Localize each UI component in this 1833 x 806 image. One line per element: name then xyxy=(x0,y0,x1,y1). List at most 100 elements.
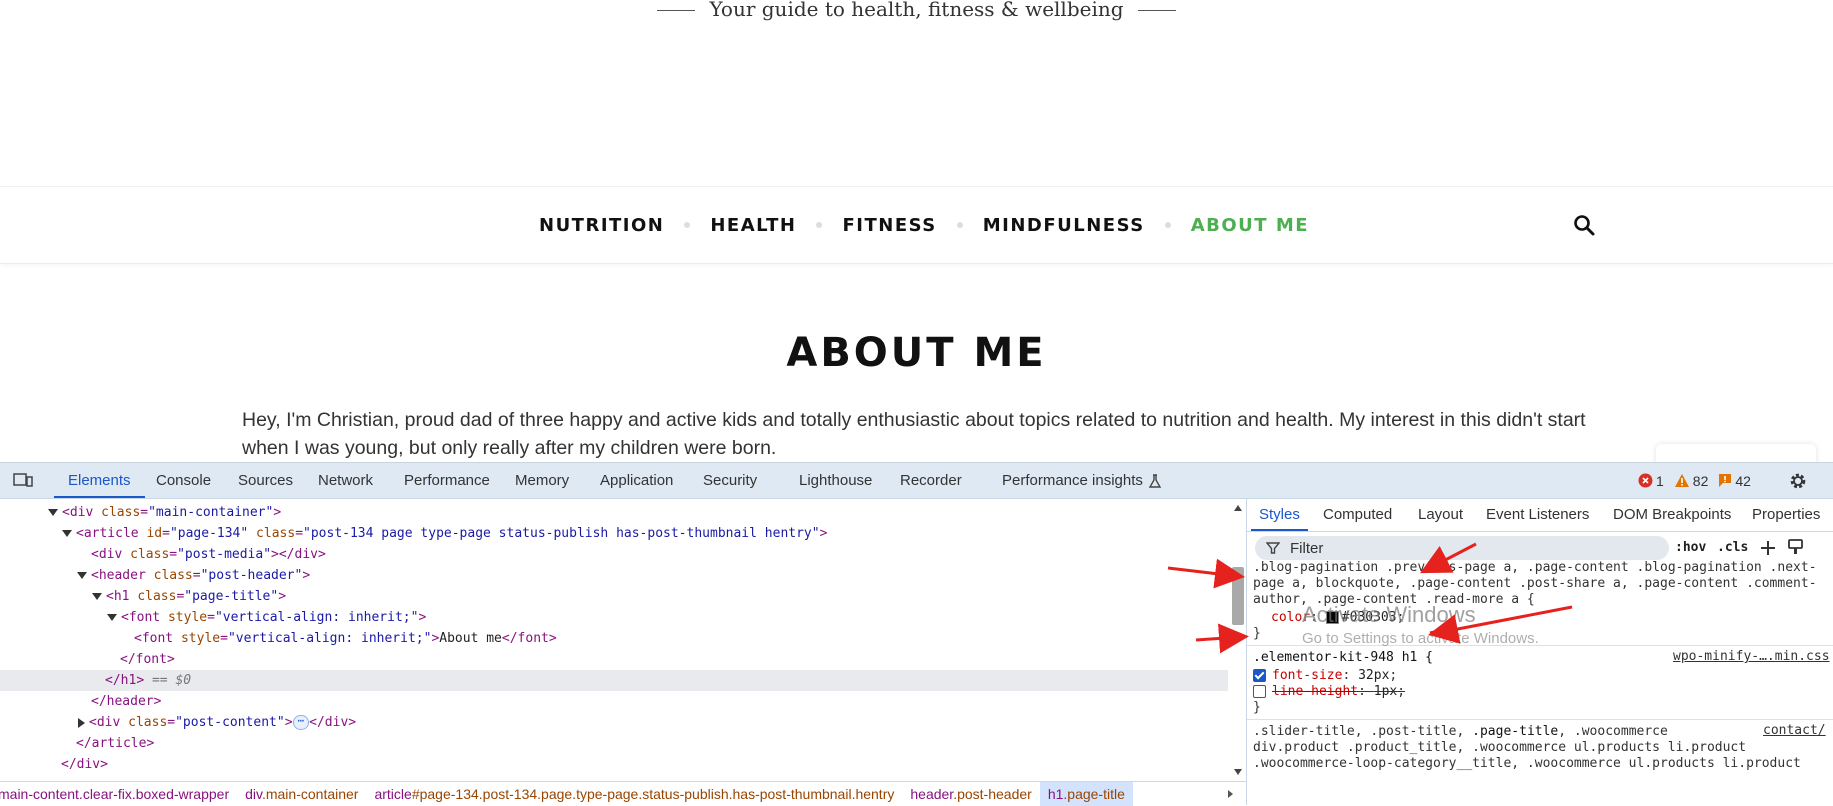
tagline-dash-left xyxy=(657,10,696,11)
search-icon[interactable] xyxy=(1572,213,1596,237)
issues-icon xyxy=(1719,474,1732,487)
dom-node-font-outer[interactable]: <font style="vertical-align: inherit;"> xyxy=(0,607,1228,628)
tab-lighthouse[interactable]: Lighthouse xyxy=(799,463,872,498)
nav-item-fitness[interactable]: FITNESS xyxy=(842,215,936,236)
rule-selector-line[interactable]: .woocommerce-loop-category__title, .wooc… xyxy=(1253,755,1801,773)
windows-activation-watermark: Activate Windows xyxy=(1302,602,1476,627)
nav-item-health[interactable]: HEALTH xyxy=(710,215,796,236)
nav-menu: NUTRITION HEALTH FITNESS MINDFULNESS ABO… xyxy=(539,187,1309,263)
tab-application[interactable]: Application xyxy=(600,463,673,498)
site-tagline: Your guide to health, fitness & wellbein… xyxy=(0,0,1833,19)
filter-icon xyxy=(1266,542,1280,554)
dom-node-post-content[interactable]: <div class="post-content"> ⋯ </div> xyxy=(0,712,1228,733)
warning-icon xyxy=(1674,474,1689,487)
windows-activation-subtext: Go to Settings to activate Windows. xyxy=(1302,630,1539,647)
dom-node-article-close[interactable]: </article> xyxy=(0,733,1228,754)
declaration-checkbox-checked[interactable] xyxy=(1253,669,1266,682)
elements-dom-tree[interactable]: <div class="main-container"> <article id… xyxy=(0,499,1246,781)
devtools-tab-bar: Elements Console Sources Network Perform… xyxy=(0,463,1833,499)
hover-state-toggle[interactable]: :hov xyxy=(1675,536,1706,560)
scrollbar-thumb[interactable] xyxy=(1232,567,1244,625)
breadcrumb-item[interactable]: header.post-header xyxy=(902,782,1039,806)
nav-separator xyxy=(684,222,691,228)
expand-triangle-icon[interactable] xyxy=(92,593,102,600)
expand-triangle-icon[interactable] xyxy=(48,509,58,516)
tab-console[interactable]: Console xyxy=(156,463,211,498)
styles-tab-bar: Styles Computed Layout Event Listeners D… xyxy=(1247,499,1833,532)
device-toolbar-icon[interactable] xyxy=(13,472,33,488)
tab-elements[interactable]: Elements xyxy=(54,463,144,498)
website-viewport: Your guide to health, fitness & wellbein… xyxy=(0,0,1833,462)
breadcrumb-item[interactable]: article#page-134.post-134.page.type-page… xyxy=(366,782,902,806)
computed-styles-toggle-icon[interactable] xyxy=(1787,538,1805,556)
intro-paragraph: Hey, I'm Christian, proud dad of three h… xyxy=(242,409,1586,459)
error-icon xyxy=(1638,473,1653,488)
css-declaration-line-height[interactable]: line-height: 1px; xyxy=(1253,683,1405,701)
issues-count-value: 42 xyxy=(1735,472,1751,489)
dom-node-header-close[interactable]: </header> xyxy=(0,691,1228,712)
tagline-dash-right xyxy=(1137,10,1176,11)
stylesheet-source-link[interactable]: wpo-minify-….min.css xyxy=(1673,649,1830,664)
elements-scrollbar[interactable] xyxy=(1230,499,1246,781)
tab-security[interactable]: Security xyxy=(703,463,757,498)
warning-count-value: 82 xyxy=(1692,472,1709,489)
tab-computed[interactable]: Computed xyxy=(1323,499,1392,531)
rule-close-brace: } xyxy=(1253,700,1261,715)
collapsed-content-badge[interactable]: ⋯ xyxy=(292,715,310,730)
dom-node-h1-close-selected[interactable]: </h1> == $0 xyxy=(0,670,1228,691)
dom-node-font-inner[interactable]: <font style="vertical-align: inherit;">A… xyxy=(0,628,1228,649)
issue-counters[interactable]: 1 82 42 xyxy=(1638,463,1761,498)
issues-count: 42 xyxy=(1718,473,1751,489)
class-toggle[interactable]: .cls xyxy=(1717,536,1748,560)
dom-node-post-media[interactable]: <div class="post-media"></div> xyxy=(0,544,1228,565)
floating-widget[interactable] xyxy=(1656,444,1816,462)
dom-breadcrumb: main-content.clear-fix.boxed-wrapper div… xyxy=(0,781,1246,806)
tab-properties[interactable]: Properties xyxy=(1752,499,1820,531)
breadcrumb-item-selected[interactable]: h1.page-title xyxy=(1039,782,1133,806)
scroll-up-icon[interactable] xyxy=(1234,505,1242,511)
dom-node-font-close[interactable]: </font> xyxy=(0,649,1228,670)
dom-node-h1[interactable]: <h1 class="page-title"> xyxy=(0,586,1228,607)
dom-node-article[interactable]: <article id="page-134" class="post-134 p… xyxy=(0,523,1228,544)
tab-performance[interactable]: Performance xyxy=(404,463,490,498)
dom-node-header[interactable]: <header class="post-header"> xyxy=(0,565,1228,586)
tab-memory[interactable]: Memory xyxy=(515,463,569,498)
nav-separator xyxy=(956,222,963,228)
dom-node-div-close[interactable]: </div> xyxy=(0,754,1228,775)
nav-item-mindfulness[interactable]: MINDFULNESS xyxy=(983,215,1145,236)
dom-node-main-container[interactable]: <div class="main-container"> xyxy=(0,502,1228,523)
rule-selector-elementor[interactable]: .elementor-kit-948 h1 { xyxy=(1253,649,1433,667)
expand-triangle-icon[interactable] xyxy=(107,614,117,621)
styles-filter[interactable] xyxy=(1255,536,1669,560)
nav-item-about-me[interactable]: ABOUT ME xyxy=(1191,215,1309,236)
tab-sources[interactable]: Sources xyxy=(238,463,293,498)
tab-performance-insights[interactable]: Performance insights xyxy=(1002,463,1162,498)
tab-event-listeners[interactable]: Event Listeners xyxy=(1486,499,1589,531)
breadcrumb-item[interactable]: div.main-container xyxy=(237,782,366,806)
filter-input[interactable] xyxy=(1288,538,1662,558)
expand-triangle-icon[interactable] xyxy=(77,572,87,579)
devtools-panel: Elements Console Sources Network Perform… xyxy=(0,462,1833,806)
new-style-rule-icon[interactable] xyxy=(1759,539,1777,557)
declaration-checkbox-unchecked[interactable] xyxy=(1253,685,1266,698)
tab-network[interactable]: Network xyxy=(318,463,373,498)
nav-separator xyxy=(1164,222,1171,228)
nav-separator xyxy=(816,222,823,228)
breadcrumb-scroll-right-icon[interactable] xyxy=(1228,790,1233,798)
warning-count: 82 xyxy=(1674,472,1709,489)
scroll-down-icon[interactable] xyxy=(1234,769,1242,775)
main-navigation: NUTRITION HEALTH FITNESS MINDFULNESS ABO… xyxy=(0,186,1833,264)
error-count-value: 1 xyxy=(1656,472,1664,489)
stylesheet-source-link[interactable]: contact/ xyxy=(1763,723,1826,738)
expand-triangle-icon[interactable] xyxy=(62,530,72,537)
tab-layout[interactable]: Layout xyxy=(1418,499,1463,531)
tab-recorder[interactable]: Recorder xyxy=(900,463,962,498)
settings-gear-icon[interactable] xyxy=(1788,471,1808,491)
collapsed-triangle-icon[interactable] xyxy=(78,717,85,728)
tab-performance-insights-label: Performance insights xyxy=(1002,472,1143,489)
page-title: ABOUT ME xyxy=(786,330,1047,376)
tab-styles[interactable]: Styles xyxy=(1251,499,1308,531)
nav-item-nutrition[interactable]: NUTRITION xyxy=(539,215,664,236)
breadcrumb-item[interactable]: main-content.clear-fix.boxed-wrapper xyxy=(0,782,237,806)
tab-dom-breakpoints[interactable]: DOM Breakpoints xyxy=(1613,499,1731,531)
